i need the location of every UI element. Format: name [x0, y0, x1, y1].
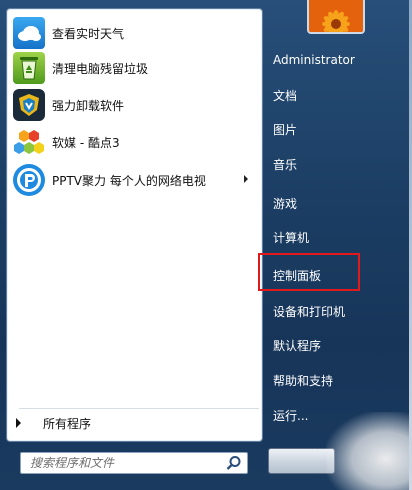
pptv-icon — [13, 164, 45, 196]
weather-cloud-icon — [13, 17, 45, 49]
menu-item-label: 文档 — [273, 88, 298, 103]
user-avatar[interactable] — [307, 0, 365, 34]
program-label: 查看实时天气 — [52, 26, 125, 41]
programs-pane: 查看实时天气 清理电脑残留垃圾 强力卸载软件 软媒 - 酷点3 PPTV聚力 每… — [6, 8, 263, 442]
submenu-arrow-icon — [244, 175, 248, 183]
expand-arrow-icon — [16, 418, 21, 428]
menu-item-label: Administrator — [273, 53, 355, 67]
menu-item-documents[interactable]: 文档 — [264, 81, 360, 109]
search-area — [6, 442, 261, 484]
menu-item-label: 默认程序 — [273, 338, 322, 353]
menu-item-devices-printers[interactable]: 设备和打印机 — [264, 297, 360, 325]
uninstaller-shield-icon — [13, 89, 45, 121]
shutdown-button[interactable] — [268, 448, 320, 474]
program-uninstaller[interactable]: 强力卸载软件 — [11, 88, 256, 122]
program-cleaner[interactable]: 清理电脑残留垃圾 — [11, 51, 256, 85]
program-label: 强力卸载软件 — [52, 98, 125, 113]
all-programs-label: 所有程序 — [43, 416, 92, 431]
menu-item-pictures[interactable]: 图片 — [264, 115, 360, 143]
program-label: PPTV聚力 每个人的网络电视 — [52, 173, 206, 188]
menu-item-label: 计算机 — [273, 230, 310, 245]
program-label: 清理电脑残留垃圾 — [52, 61, 149, 76]
search-input[interactable] — [21, 453, 230, 473]
menu-item-help-support[interactable]: 帮助和支持 — [264, 366, 360, 394]
menu-item-label: 音乐 — [273, 157, 298, 172]
program-pptv[interactable]: PPTV聚力 每个人的网络电视 — [11, 163, 256, 197]
start-menu: 查看实时天气 清理电脑残留垃圾 强力卸载软件 软媒 - 酷点3 PPTV聚力 每… — [0, 0, 412, 490]
program-kudian[interactable]: 软媒 - 酷点3 — [11, 125, 256, 159]
watermark-fade — [326, 412, 412, 490]
menu-item-label: 运行... — [273, 408, 309, 423]
divider — [19, 408, 259, 409]
menu-item-music[interactable]: 音乐 — [264, 150, 360, 178]
menu-item-label: 游戏 — [273, 196, 298, 211]
honeycomb-icon — [13, 126, 45, 158]
program-label: 软媒 - 酷点3 — [52, 135, 120, 150]
menu-item-games[interactable]: 游戏 — [264, 189, 360, 217]
menu-item-label: 设备和打印机 — [273, 304, 346, 319]
highlight-box — [258, 253, 360, 291]
recycle-bin-icon — [13, 52, 45, 84]
all-programs-button[interactable]: 所有程序 — [10, 410, 250, 436]
menu-item-label: 图片 — [273, 122, 298, 137]
program-weather[interactable]: 查看实时天气 — [11, 16, 256, 50]
menu-item-label: 帮助和支持 — [273, 373, 334, 388]
search-icon[interactable] — [225, 455, 243, 471]
search-box — [20, 452, 248, 474]
menu-item-administrator[interactable]: Administrator — [264, 46, 360, 74]
menu-item-default-programs[interactable]: 默认程序 — [264, 331, 360, 359]
menu-item-computer[interactable]: 计算机 — [264, 223, 360, 251]
